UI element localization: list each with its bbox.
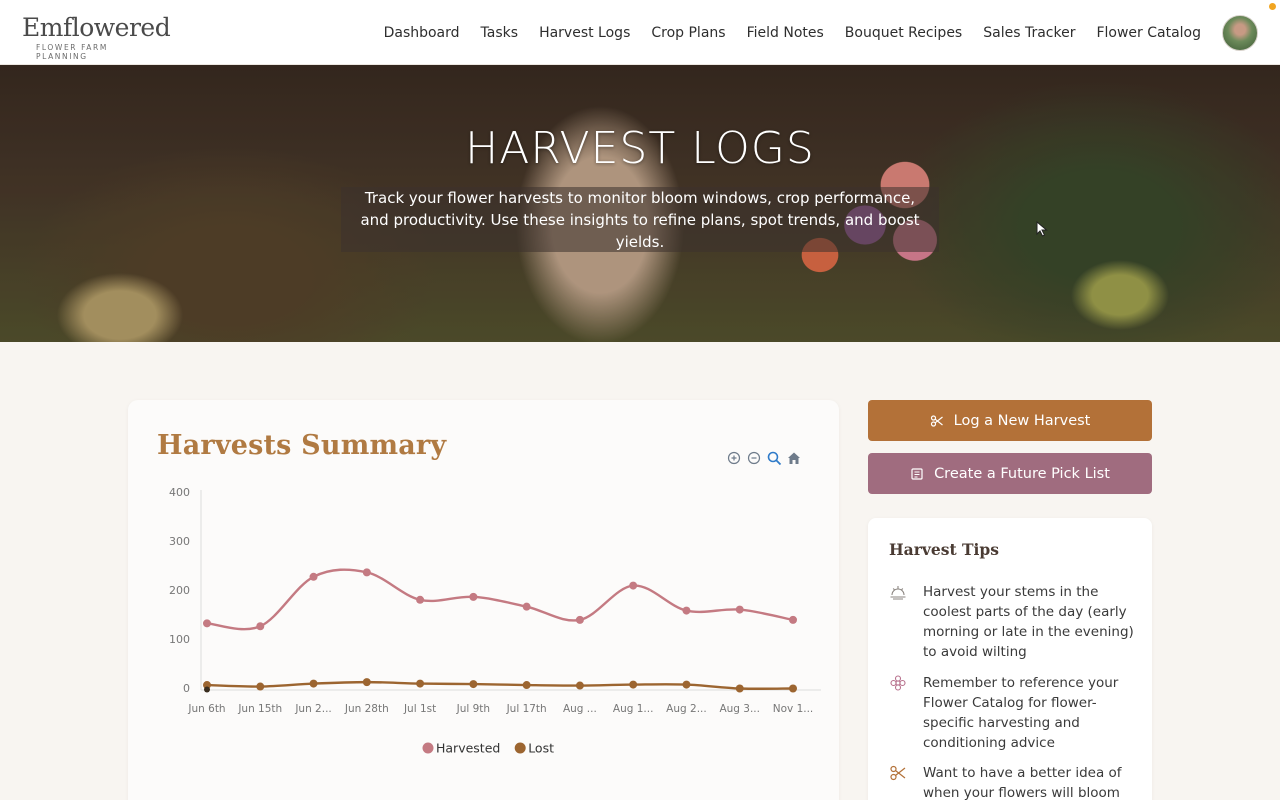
- legend-marker: [514, 742, 526, 754]
- data-point: [362, 568, 371, 577]
- data-point: [522, 602, 531, 611]
- y-tick-label: 0: [183, 682, 190, 695]
- x-tick-label: Jun 28th: [344, 703, 389, 715]
- origin-marker: [204, 686, 210, 693]
- x-tick-label: Aug 3...: [719, 703, 760, 715]
- nav-flower-catalog[interactable]: Flower Catalog: [1096, 25, 1201, 41]
- tip-item: Remember to reference your Flower Catalo…: [889, 673, 1134, 753]
- notification-dot: [1269, 3, 1276, 10]
- data-point: [416, 595, 425, 604]
- x-tick-label: Jul 1st: [403, 703, 436, 715]
- note-icon: [911, 467, 923, 480]
- y-tick-label: 200: [169, 584, 190, 597]
- sunrise-icon: [890, 586, 906, 600]
- data-point: [256, 682, 265, 691]
- x-tick-label: Jul 9th: [456, 703, 490, 715]
- tip-text: Harvest your stems in the coolest parts …: [923, 584, 1134, 660]
- hero-description: Track your flower harvests to monitor bl…: [360, 188, 920, 251]
- scissors-icon: [930, 414, 943, 427]
- series-line-harvested: [206, 568, 794, 631]
- data-point: [469, 680, 478, 689]
- series-line-lost: [206, 680, 794, 690]
- data-point: [629, 680, 638, 689]
- main-nav: Dashboard Tasks Harvest Logs Crop Plans …: [384, 0, 1201, 65]
- tip-item: Want to have a better idea of when your …: [889, 763, 1134, 800]
- data-point: [203, 619, 211, 628]
- legend-label: Lost: [528, 741, 554, 756]
- nav-tasks[interactable]: Tasks: [481, 25, 519, 41]
- data-point: [522, 681, 531, 690]
- top-navigation-bar: Emflowered FLOWER FARM PLANNING Dashboar…: [0, 0, 1280, 65]
- data-point: [309, 572, 318, 581]
- data-point: [682, 680, 691, 689]
- data-point: [469, 592, 478, 601]
- x-tick-label: Aug ...: [563, 703, 597, 715]
- x-tick-label: Nov 1...: [773, 703, 814, 715]
- tip-item: Harvest your stems in the coolest parts …: [889, 582, 1134, 662]
- brand-tagline: FLOWER FARM PLANNING: [36, 43, 108, 61]
- data-point: [735, 605, 744, 614]
- nav-dashboard[interactable]: Dashboard: [384, 25, 460, 41]
- scissors-icon: [890, 765, 906, 781]
- data-point: [575, 615, 584, 624]
- data-point: [629, 581, 638, 590]
- tip-text: Remember to reference your Flower Catalo…: [923, 675, 1119, 751]
- brand-logo[interactable]: Emflowered FLOWER FARM PLANNING: [22, 13, 171, 62]
- create-pick-list-button[interactable]: Create a Future Pick List: [868, 453, 1152, 494]
- create-pick-list-label: Create a Future Pick List: [934, 465, 1110, 482]
- y-tick-label: 300: [169, 535, 190, 548]
- y-tick-label: 400: [169, 486, 190, 499]
- data-point: [309, 679, 318, 688]
- nav-bouquet-recipes[interactable]: Bouquet Recipes: [845, 25, 962, 41]
- user-avatar[interactable]: [1222, 15, 1258, 51]
- data-point: [362, 678, 371, 687]
- legend-marker: [422, 742, 434, 754]
- x-tick-label: Jul 17th: [506, 703, 547, 715]
- x-tick-label: Jun 15th: [237, 703, 282, 715]
- legend-label: Harvested: [436, 741, 500, 756]
- data-point: [682, 606, 691, 615]
- nav-crop-plans[interactable]: Crop Plans: [651, 25, 725, 41]
- x-tick-label: Aug 2...: [666, 703, 707, 715]
- harvests-summary-card: Harvests Summary 0 100 200 300 400 Jun 6th Jun…: [128, 400, 839, 800]
- data-point: [416, 679, 425, 688]
- tip-text: Want to have a better idea of when your …: [923, 765, 1122, 800]
- brand-name: Emflowered: [22, 13, 171, 42]
- log-harvest-button[interactable]: Log a New Harvest: [868, 400, 1152, 441]
- data-point: [575, 681, 584, 690]
- nav-harvest-logs[interactable]: Harvest Logs: [539, 25, 630, 41]
- hero-banner: HARVEST LOGS Track your flower harvests …: [0, 65, 1280, 342]
- y-tick-label: 100: [169, 633, 190, 646]
- x-tick-label: Aug 1...: [613, 703, 654, 715]
- flower-icon: [890, 675, 906, 691]
- nav-sales-tracker[interactable]: Sales Tracker: [983, 25, 1075, 41]
- data-point: [256, 622, 265, 631]
- log-harvest-label: Log a New Harvest: [953, 412, 1091, 429]
- nav-field-notes[interactable]: Field Notes: [747, 25, 824, 41]
- data-point: [735, 684, 744, 693]
- tips-title: Harvest Tips: [889, 540, 999, 559]
- data-point: [789, 684, 797, 693]
- x-tick-label: Jun 2...: [294, 703, 331, 715]
- page-title: HARVEST LOGS: [465, 123, 815, 174]
- harvest-tips-card: Harvest Tips Harvest your stems in the c…: [868, 518, 1152, 800]
- harvests-line-chart: 0 100 200 300 400 Jun 6th Jun 15th Jun 2... Jun …: [169, 486, 821, 756]
- x-tick-label: Jun 6th: [187, 703, 225, 715]
- hero-description-box: Track your flower harvests to monitor bl…: [341, 187, 939, 252]
- data-point: [789, 615, 797, 624]
